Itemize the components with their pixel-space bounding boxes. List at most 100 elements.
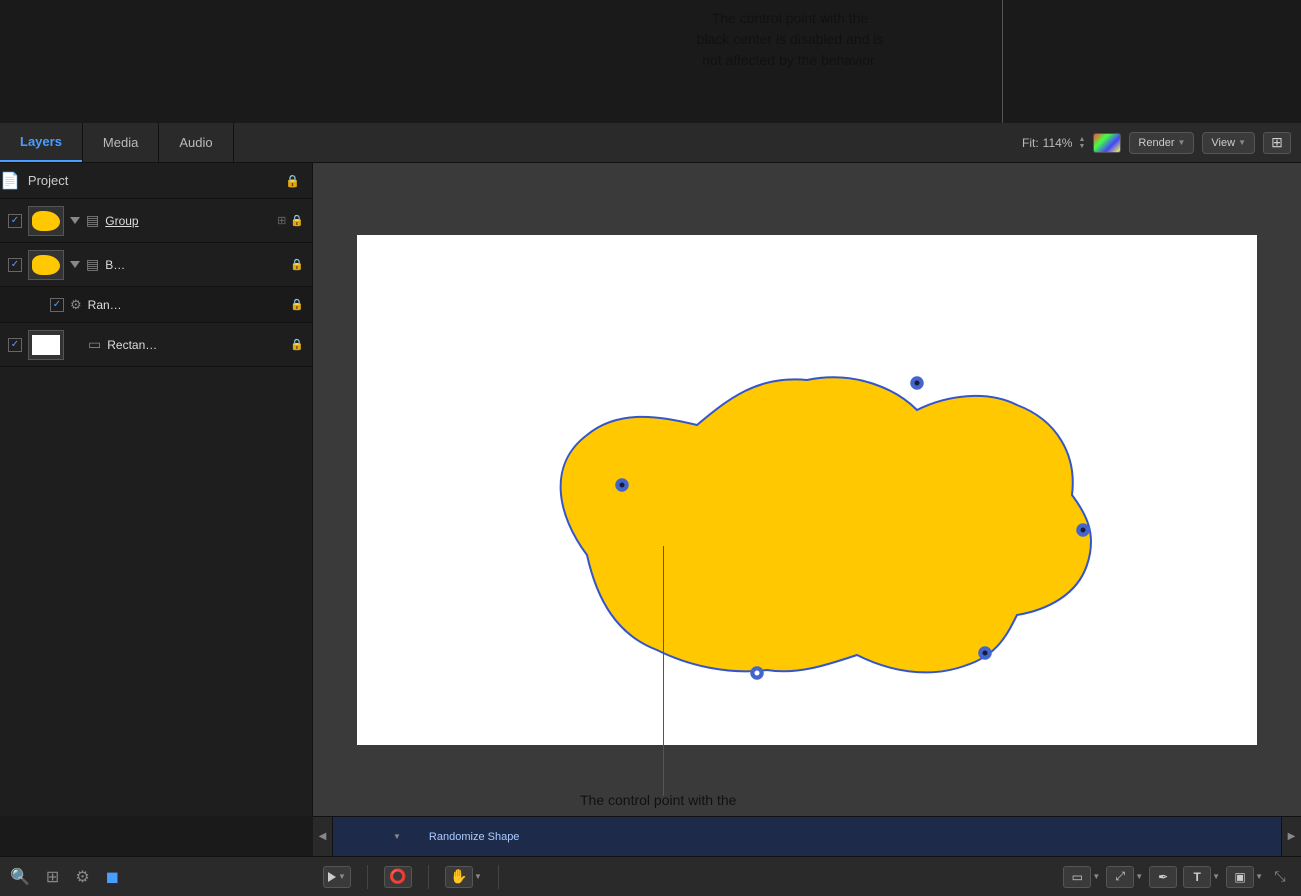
fit-stepper[interactable]: ▲ ▼	[1078, 136, 1085, 150]
tab-media[interactable]: Media	[83, 123, 158, 162]
header-right: Fit: 114% ▲ ▼ Render ▼ View ▼ ⊞	[1022, 132, 1301, 154]
text-tool-button[interactable]: T	[1183, 866, 1211, 888]
layer-icon-lock: 🔒	[290, 214, 304, 227]
tab-audio[interactable]: Audio	[159, 123, 232, 162]
text-tools: T ▼	[1183, 866, 1220, 888]
layer-row-b[interactable]: ▤ B… 🔒	[0, 243, 312, 287]
pen-tool-button[interactable]: ✒	[1149, 866, 1177, 888]
annotation-top: The control point with theblack center i…	[580, 0, 1000, 71]
timeline-start-button[interactable]: ◀	[313, 817, 333, 857]
layer-name-rect[interactable]: Rectan…	[107, 338, 284, 352]
play-dropdown-arrow[interactable]: ▼	[338, 872, 346, 881]
layer-icons-group: ⊞ 🔒	[277, 214, 304, 227]
transform-tool-button[interactable]: ⤢	[1106, 866, 1134, 888]
control-point-bottom-right-center	[983, 650, 988, 655]
canvas[interactable]	[357, 235, 1257, 745]
settings-icon[interactable]: ⚙	[75, 867, 89, 887]
behavior-gear-icon: ⚙	[70, 297, 82, 313]
grid-icon[interactable]: ⊞	[46, 867, 59, 887]
layer-row-ran[interactable]: ⚙ Ran… 🔒	[0, 287, 312, 323]
project-row: 📄 Project 🔒	[0, 163, 312, 199]
play-icon	[328, 872, 336, 882]
toolbar-separator-2	[428, 865, 429, 889]
view-dropdown[interactable]: View ▼	[1202, 132, 1255, 154]
timeline-end-icon: ▶	[1288, 831, 1296, 842]
layer-row-group[interactable]: ▤ Group ⊞ 🔒	[0, 199, 312, 243]
hand-tools: ✋ ▼	[445, 866, 482, 888]
layer-icons-b: 🔒	[290, 258, 304, 271]
layers-panel: 📄 Project 🔒 ▤ Group ⊞ 🔒 ▤ B… 🔒 ⚙ Ran…	[0, 163, 313, 816]
group-type-icon: ▤	[86, 212, 99, 229]
layer-expand-group[interactable]	[70, 217, 80, 224]
shape-dropdown[interactable]: ▼	[1092, 872, 1100, 881]
control-point-left-center	[620, 482, 625, 487]
layer-checkbox-ran[interactable]	[50, 298, 64, 312]
tab-divider-3	[233, 123, 234, 162]
layer-name-group[interactable]: Group	[105, 214, 271, 228]
fit-label: Fit: 114% ▲ ▼	[1022, 136, 1085, 150]
layer-thumb-group	[28, 206, 64, 236]
timeline-start-icon: ◀	[319, 831, 327, 842]
tab-layers[interactable]: Layers	[0, 123, 82, 162]
expand-button[interactable]: ⤡	[1269, 866, 1291, 888]
hand-tool-dropdown[interactable]: ▼	[474, 872, 482, 881]
transform-dropdown[interactable]: ▼	[1135, 872, 1143, 881]
canvas-svg	[357, 235, 1257, 745]
view-dropdown-arrow: ▼	[1238, 138, 1246, 147]
blob-shape	[561, 377, 1091, 672]
annotation-line-bottom	[663, 546, 664, 796]
layer-icon-lock-ran: 🔒	[290, 298, 304, 311]
annotation-top-text: The control point with theblack center i…	[697, 10, 884, 68]
header-bar: Layers Media Audio Fit: 114% ▲ ▼ Render …	[0, 123, 1301, 163]
play-button[interactable]: ▼	[323, 866, 351, 888]
layer-icon-lock-rect: 🔒	[290, 338, 304, 351]
control-point-white-center	[755, 670, 760, 675]
layer-icons-ran: 🔒	[290, 298, 304, 311]
layer-icon-grid: ⊞	[277, 214, 286, 227]
layer-expand-b[interactable]	[70, 261, 80, 268]
render-dropdown[interactable]: Render ▼	[1129, 132, 1194, 154]
playhead-marker: ▼	[393, 832, 401, 841]
layer-checkbox-b[interactable]	[8, 258, 22, 272]
layer-name-b[interactable]: B…	[105, 258, 284, 272]
search-icon[interactable]: 🔍	[10, 867, 30, 887]
mask-dropdown[interactable]: ▼	[1255, 872, 1263, 881]
project-icon: 📄	[0, 171, 20, 191]
layer-icons-rect: 🔒	[290, 338, 304, 351]
play-controls: ▼	[323, 866, 351, 888]
transform-tools: ⤢ ▼	[1106, 866, 1143, 888]
thumb-white-rect	[32, 335, 60, 355]
playback-toolbar: ▼ ⭕ ✋ ▼ ▭ ▼ ⤢ ▼ ✒ T ▼ ▣ ▼ ⤡	[313, 856, 1301, 896]
thumb-yellow-b	[32, 255, 60, 275]
layer-checkbox-rect[interactable]	[8, 338, 22, 352]
mask-tools: ▣ ▼	[1226, 866, 1263, 888]
layer-thumb-b	[28, 250, 64, 280]
render-dropdown-arrow: ▼	[1178, 138, 1186, 147]
color-icon[interactable]: ◼	[106, 867, 119, 887]
layer-thumb-rect	[28, 330, 64, 360]
layer-checkbox-group[interactable]	[8, 214, 22, 228]
hand-tool-button[interactable]: ✋	[445, 866, 473, 888]
control-point-right-center	[1081, 527, 1086, 532]
shape-tools: ▭ ▼	[1063, 866, 1100, 888]
text-dropdown[interactable]: ▼	[1212, 872, 1220, 881]
project-lock-icon: 🔒	[285, 174, 312, 188]
toolbar-separator-3	[498, 865, 499, 889]
color-button[interactable]	[1093, 133, 1121, 153]
canvas-area	[313, 163, 1301, 816]
rectangle-tool-button[interactable]: ▭	[1063, 866, 1091, 888]
timeline-bar: ◀ ▼ Randomize Shape ▶	[313, 816, 1301, 856]
layer-row-rect[interactable]: ▭ Rectan… 🔒	[0, 323, 312, 367]
mask-tool-button[interactable]: ▣	[1226, 866, 1254, 888]
header-tabs: Layers Media Audio	[0, 123, 234, 162]
layer-name-ran[interactable]: Ran…	[88, 298, 285, 312]
timeline-playhead: ▼	[393, 832, 401, 841]
timeline-end-button[interactable]: ▶	[1281, 817, 1301, 857]
control-point-black-center	[915, 380, 920, 385]
toolbar-separator-1	[367, 865, 368, 889]
window-layout-button[interactable]: ⊞	[1263, 132, 1291, 154]
left-panel-bottom-toolbar: 🔍 ⊞ ⚙ ◼	[0, 856, 313, 896]
lasso-tool-button[interactable]: ⭕	[384, 866, 412, 888]
thumb-yellow-group	[32, 211, 60, 231]
rect-type-icon: ▭	[88, 336, 101, 353]
